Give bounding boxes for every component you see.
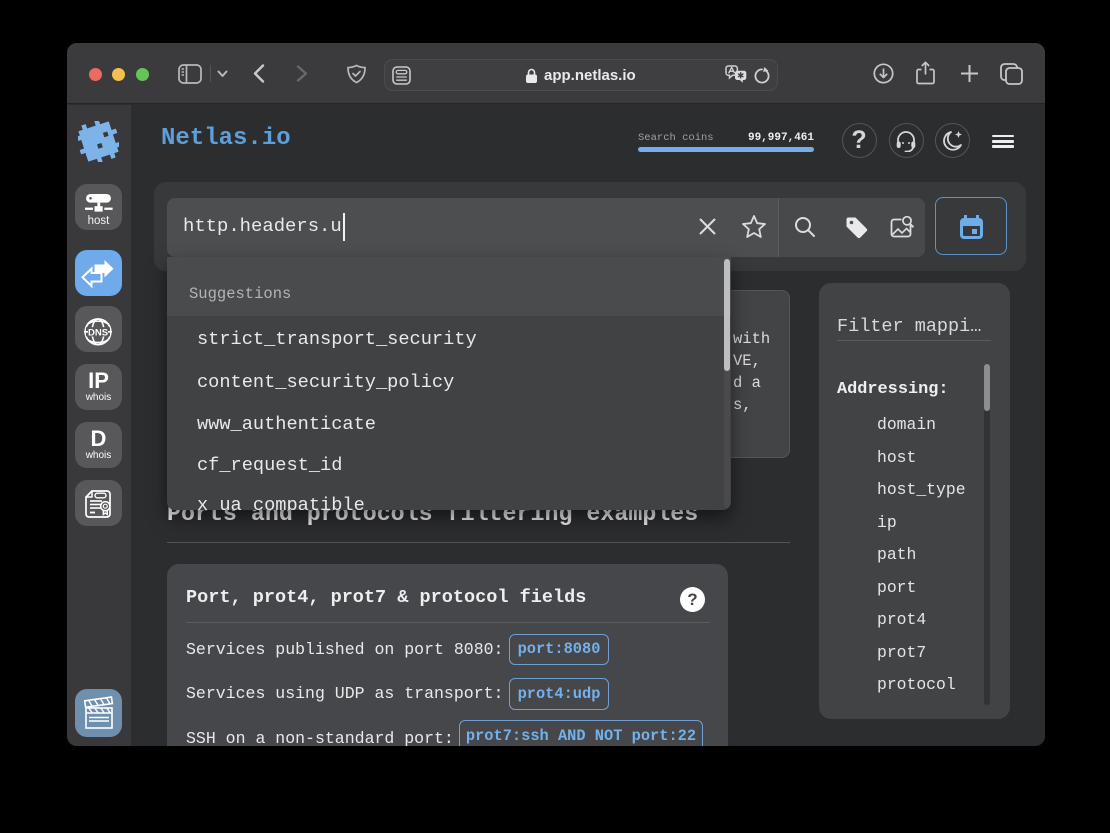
svg-text:DNS: DNS [88,327,108,338]
